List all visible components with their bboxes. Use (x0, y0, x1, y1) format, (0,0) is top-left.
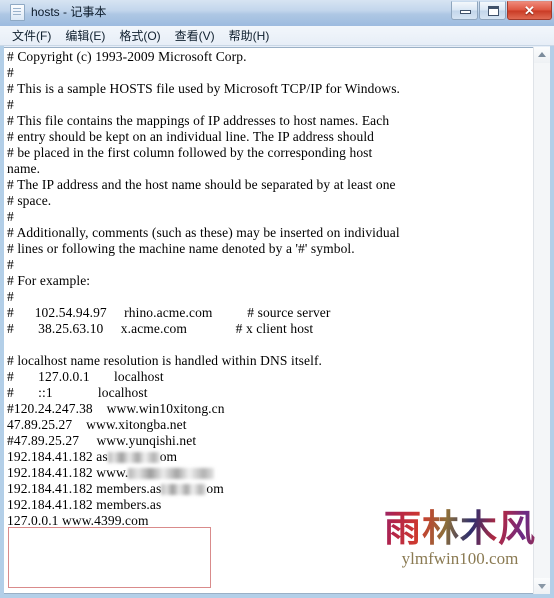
editor-line: 47.89.25.27 www.xitongba.net (7, 417, 187, 432)
menu-item-help[interactable]: 帮助(H) (229, 29, 270, 43)
editor-line: 192.184.41.182 members.as (7, 497, 162, 512)
editor-line: # localhost name resolution is handled w… (7, 353, 323, 368)
maximize-icon (488, 6, 499, 16)
editor-line: #47.89.25.27 www.yunqishi.net (7, 433, 197, 448)
editor-line: # Copyright (c) 1993-2009 Microsoft Corp… (7, 49, 247, 64)
chevron-up-icon (538, 52, 546, 57)
editor-line: 192.184.41.182 www. (7, 465, 521, 481)
editor-line: # be placed in the first column followed… (7, 145, 373, 160)
menu-item-edit[interactable]: 编辑(E) (65, 29, 105, 43)
title-bar-left: hosts - 记事本 (10, 4, 106, 21)
editor-line: # Additionally, comments (such as these)… (7, 225, 400, 240)
vertical-scrollbar[interactable] (533, 47, 550, 594)
editor-line: # space. (7, 193, 52, 208)
editor-line: # The IP address and the host name shoul… (7, 177, 396, 192)
scroll-down-button[interactable] (534, 578, 550, 594)
scroll-up-button[interactable] (534, 47, 550, 63)
editor-line: # (7, 257, 14, 272)
editor-line: # For example: (7, 273, 91, 288)
notepad-document-icon (10, 4, 25, 21)
redacted-text (107, 452, 160, 463)
menu-bar: 文件(F) 编辑(E) 格式(O) 查看(V) 帮助(H) (0, 26, 554, 46)
chevron-down-icon (538, 584, 546, 589)
editor-line: name. (7, 161, 41, 176)
editor-line-text: 192.184.41.182 members.as (7, 481, 162, 496)
menu-item-file[interactable]: 文件(F) (12, 29, 51, 43)
editor-line: # This is a sample HOSTS file used by Mi… (7, 81, 401, 96)
editor-line: 192.184.41.182 as om (7, 449, 521, 465)
hosts-file-content[interactable]: # Copyright (c) 1993-2009 Microsoft Corp… (7, 49, 521, 529)
redacted-text (161, 484, 207, 495)
window-title: hosts - 记事本 (31, 5, 107, 19)
editor-line-text: om (159, 449, 178, 464)
close-icon: ✕ (524, 3, 535, 18)
editor-line: # 38.25.63.10 x.acme.com # x client host (7, 321, 314, 336)
editor-line-text: om (206, 481, 224, 496)
editor-line: # (7, 209, 14, 224)
editor-line: 127.0.0.1 www.4399.com (7, 513, 149, 528)
editor-line: # This file contains the mappings of IP … (7, 113, 390, 128)
editor-line: # (7, 65, 14, 80)
editor-line: # lines or following the machine name de… (7, 241, 355, 256)
editor-line: # 102.54.94.97 rhino.acme.com # source s… (7, 305, 331, 320)
redacted-text (128, 468, 215, 479)
close-button[interactable]: ✕ (507, 1, 552, 20)
editor-line: # 127.0.0.1 localhost (7, 369, 164, 384)
maximize-button[interactable] (479, 1, 506, 20)
editor-line: # entry should be kept on an individual … (7, 129, 375, 144)
editor-line-text: 192.184.41.182 www. (7, 465, 129, 480)
notepad-window: hosts - 记事本 ✕ 文件(F) 编辑(E) 格式(O) 查看(V) 帮助… (0, 0, 554, 598)
editor-line: #120.24.247.38 www.win10xitong.cn (7, 401, 225, 416)
editor-line: 192.184.41.182 members.as om (7, 481, 521, 497)
title-bar[interactable]: hosts - 记事本 ✕ (0, 0, 554, 27)
minimize-icon (460, 10, 471, 14)
minimize-button[interactable] (451, 1, 478, 20)
menu-item-view[interactable]: 查看(V) (175, 29, 215, 43)
menu-item-format[interactable]: 格式(O) (119, 29, 160, 43)
text-editor-area[interactable]: # Copyright (c) 1993-2009 Microsoft Corp… (4, 47, 550, 594)
red-annotation-rectangle (8, 527, 211, 588)
window-controls: ✕ (450, 1, 552, 20)
editor-line: # (7, 289, 14, 304)
editor-line: # ::1 localhost (7, 385, 148, 400)
editor-line-text: 192.184.41.182 as (7, 449, 108, 464)
editor-line: # (7, 97, 14, 112)
